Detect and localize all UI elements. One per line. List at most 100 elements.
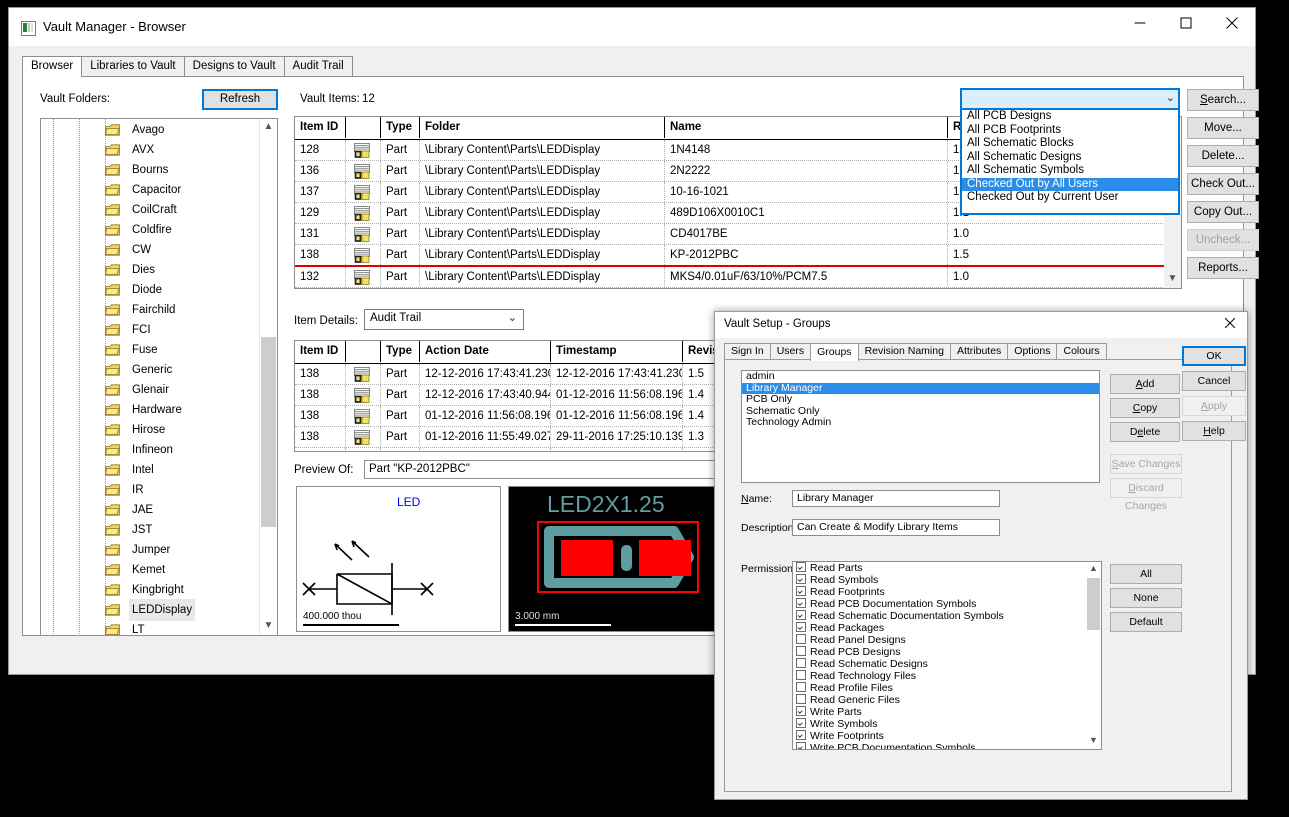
name-field[interactable]: Library Manager — [792, 490, 1000, 507]
audit-col-action-date[interactable]: Action Date — [420, 341, 551, 362]
table-row[interactable]: 132Part\Library Content\Parts\LEDDisplay… — [295, 267, 1181, 288]
group-list-item[interactable]: PCB Only — [742, 394, 1099, 406]
permissions-default-button[interactable]: Default — [1110, 612, 1182, 632]
permission-row[interactable]: Read Footprints — [793, 586, 1101, 598]
dropdown-option-all-schematic-blocks[interactable]: All Schematic Blocks — [962, 137, 1178, 151]
permissions-none-button[interactable]: None — [1110, 588, 1182, 608]
tree-node-avago[interactable]: Avago — [41, 119, 277, 139]
permissions-all-button[interactable]: All — [1110, 564, 1182, 584]
tree-scroll-thumb[interactable] — [261, 337, 276, 527]
main-tab-bar[interactable]: Browser Libraries to Vault Designs to Va… — [22, 56, 352, 77]
filter-dropdown-list[interactable]: All PCB DesignsAll PCB FootprintsAll Sch… — [960, 108, 1180, 215]
reports-button[interactable]: Reports... — [1187, 257, 1259, 279]
close-button[interactable] — [1209, 8, 1255, 38]
check-out-button[interactable]: Check Out... — [1187, 173, 1259, 195]
permission-row[interactable]: Read Schematic Designs — [793, 658, 1101, 670]
permissions-scroll-thumb[interactable] — [1087, 578, 1100, 630]
items-scroll-down-icon[interactable]: ▼ — [1164, 271, 1181, 288]
tree-node-hardware[interactable]: Hardware — [41, 399, 277, 419]
permission-row[interactable]: Read Profile Files — [793, 682, 1101, 694]
permission-row[interactable]: Read Technology Files — [793, 670, 1101, 682]
tree-node-kemet[interactable]: Kemet — [41, 559, 277, 579]
permission-row[interactable]: Write Parts — [793, 706, 1101, 718]
tree-node-lt[interactable]: LT — [41, 619, 277, 636]
checkbox-icon[interactable] — [796, 706, 806, 716]
col-type[interactable]: Type — [381, 117, 420, 138]
permission-row[interactable]: Read Schematic Documentation Symbols — [793, 610, 1101, 622]
dropdown-option-all-schematic-designs[interactable]: All Schematic Designs — [962, 151, 1178, 165]
dialog-tab-bar[interactable]: Sign InUsersGroupsRevision NamingAttribu… — [724, 343, 1106, 360]
permissions-scroll-up-icon[interactable]: ▲ — [1086, 562, 1101, 577]
dialog-tab-colours[interactable]: Colours — [1056, 343, 1106, 359]
col-icon[interactable] — [346, 117, 381, 138]
dropdown-option-all-pcb-footprints[interactable]: All PCB Footprints — [962, 124, 1178, 138]
checkbox-icon[interactable] — [796, 598, 806, 608]
permissions-scrollbar[interactable]: ▲ ▼ — [1086, 562, 1101, 749]
dialog-tab-groups[interactable]: Groups — [810, 343, 858, 361]
minimize-button[interactable] — [1117, 8, 1163, 38]
checkbox-icon[interactable] — [796, 742, 806, 750]
tree-node-dies[interactable]: Dies — [41, 259, 277, 279]
permission-row[interactable]: Read Panel Designs — [793, 634, 1101, 646]
vault-folder-tree[interactable]: AvagoAVXBournsCapacitorCoilCraftColdfire… — [40, 118, 278, 636]
table-row[interactable]: 133Part\Library Content\Parts\LEDDisplay… — [295, 288, 1181, 289]
group-delete-button[interactable]: Delete — [1110, 422, 1180, 442]
dialog-tab-sign-in[interactable]: Sign In — [724, 343, 771, 359]
audit-col-type[interactable]: Type — [381, 341, 420, 362]
checkbox-icon[interactable] — [796, 694, 806, 704]
tree-node-fuse[interactable]: Fuse — [41, 339, 277, 359]
item-details-combobox[interactable]: Audit Trail ⌄ — [364, 309, 524, 330]
copy-out-button[interactable]: Copy Out... — [1187, 201, 1259, 223]
tree-scroll-down-icon[interactable]: ▼ — [260, 618, 277, 635]
group-list-item[interactable]: Library Manager — [742, 383, 1099, 395]
tree-node-bourns[interactable]: Bourns — [41, 159, 277, 179]
tree-node-avx[interactable]: AVX — [41, 139, 277, 159]
tree-node-diode[interactable]: Diode — [41, 279, 277, 299]
permission-row[interactable]: Write PCB Documentation Symbols — [793, 742, 1101, 750]
table-row[interactable]: 138Part\Library Content\Parts\LEDDisplay… — [295, 245, 1181, 267]
permissions-list[interactable]: Read PartsRead SymbolsRead FootprintsRea… — [792, 561, 1102, 750]
permission-row[interactable]: Read PCB Documentation Symbols — [793, 598, 1101, 610]
groups-list[interactable]: adminLibrary ManagerPCB OnlySchematic On… — [741, 370, 1100, 483]
tab-audit-trail[interactable]: Audit Trail — [284, 56, 353, 76]
refresh-button[interactable]: Refresh — [202, 89, 278, 110]
checkbox-icon[interactable] — [796, 670, 806, 680]
cancel-button[interactable]: Cancel — [1182, 371, 1246, 391]
dialog-tab-users[interactable]: Users — [770, 343, 811, 359]
tree-node-jae[interactable]: JAE — [41, 499, 277, 519]
tree-scrollbar[interactable]: ▲ ▼ — [259, 119, 277, 635]
tree-node-fairchild[interactable]: Fairchild — [41, 299, 277, 319]
tree-node-intel[interactable]: Intel — [41, 459, 277, 479]
tree-node-glenair[interactable]: Glenair — [41, 379, 277, 399]
dialog-tab-attributes[interactable]: Attributes — [950, 343, 1008, 359]
audit-col-item-id[interactable]: Item ID — [295, 341, 346, 362]
checkbox-icon[interactable] — [796, 610, 806, 620]
maximize-button[interactable] — [1163, 8, 1209, 38]
col-item-id[interactable]: Item ID — [295, 117, 346, 138]
checkbox-icon[interactable] — [796, 682, 806, 692]
chevron-down-icon[interactable]: ⌄ — [1166, 91, 1175, 104]
tree-node-generic[interactable]: Generic — [41, 359, 277, 379]
checkbox-icon[interactable] — [796, 730, 806, 740]
table-row[interactable]: 131Part\Library Content\Parts\LEDDisplay… — [295, 224, 1181, 245]
tab-libraries-to-vault[interactable]: Libraries to Vault — [81, 56, 184, 76]
filter-combobox[interactable]: ⌄ — [960, 88, 1180, 110]
move-button[interactable]: Move... — [1187, 117, 1259, 139]
tree-node-infineon[interactable]: Infineon — [41, 439, 277, 459]
group-add-button[interactable]: Add — [1110, 374, 1180, 394]
group-list-item[interactable]: Technology Admin — [742, 417, 1099, 429]
tab-browser[interactable]: Browser — [22, 56, 82, 77]
tree-node-ir[interactable]: IR — [41, 479, 277, 499]
checkbox-icon[interactable] — [796, 622, 806, 632]
help-button[interactable]: Help — [1182, 421, 1246, 441]
checkbox-icon[interactable] — [796, 718, 806, 728]
description-field[interactable]: Can Create & Modify Library Items — [792, 519, 1000, 536]
tree-node-leddisplay[interactable]: LEDDisplay — [41, 599, 277, 619]
permission-row[interactable]: Read Generic Files — [793, 694, 1101, 706]
tree-node-jst[interactable]: JST — [41, 519, 277, 539]
dropdown-option-all-schematic-symbols[interactable]: All Schematic Symbols — [962, 164, 1178, 178]
col-name[interactable]: Name — [665, 117, 948, 138]
ok-button[interactable]: OK — [1182, 346, 1246, 366]
checkbox-icon[interactable] — [796, 586, 806, 596]
tree-node-fci[interactable]: FCI — [41, 319, 277, 339]
